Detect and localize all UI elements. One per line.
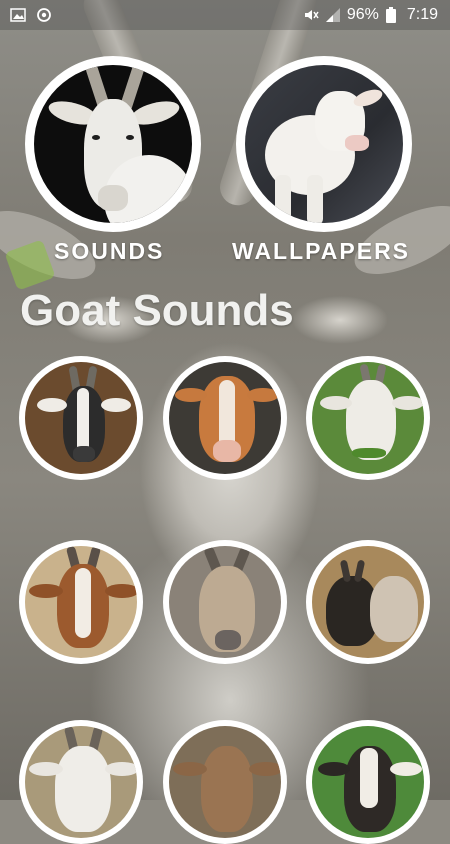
goat-photo-2 <box>169 362 281 474</box>
goat-sound-button-5[interactable] <box>163 540 287 664</box>
goat-photo-3 <box>312 362 424 474</box>
goat-photo-8 <box>169 726 281 838</box>
goat-photo-1 <box>25 362 137 474</box>
goat-sound-button-7[interactable] <box>19 720 143 844</box>
goat-photo-7 <box>25 726 137 838</box>
goat-sound-button-6[interactable] <box>306 540 430 664</box>
goat-sound-button-1[interactable] <box>19 356 143 480</box>
goat-sound-button-2[interactable] <box>163 356 287 480</box>
goat-photo-5 <box>169 546 281 658</box>
goat-photo-4 <box>25 546 137 658</box>
goat-sound-button-9[interactable] <box>306 720 430 844</box>
sound-grid <box>0 0 450 844</box>
goat-sound-button-3[interactable] <box>306 356 430 480</box>
goat-photo-9 <box>312 726 424 838</box>
goat-photo-6 <box>312 546 424 658</box>
goat-sound-button-8[interactable] <box>163 720 287 844</box>
goat-sound-button-4[interactable] <box>19 540 143 664</box>
